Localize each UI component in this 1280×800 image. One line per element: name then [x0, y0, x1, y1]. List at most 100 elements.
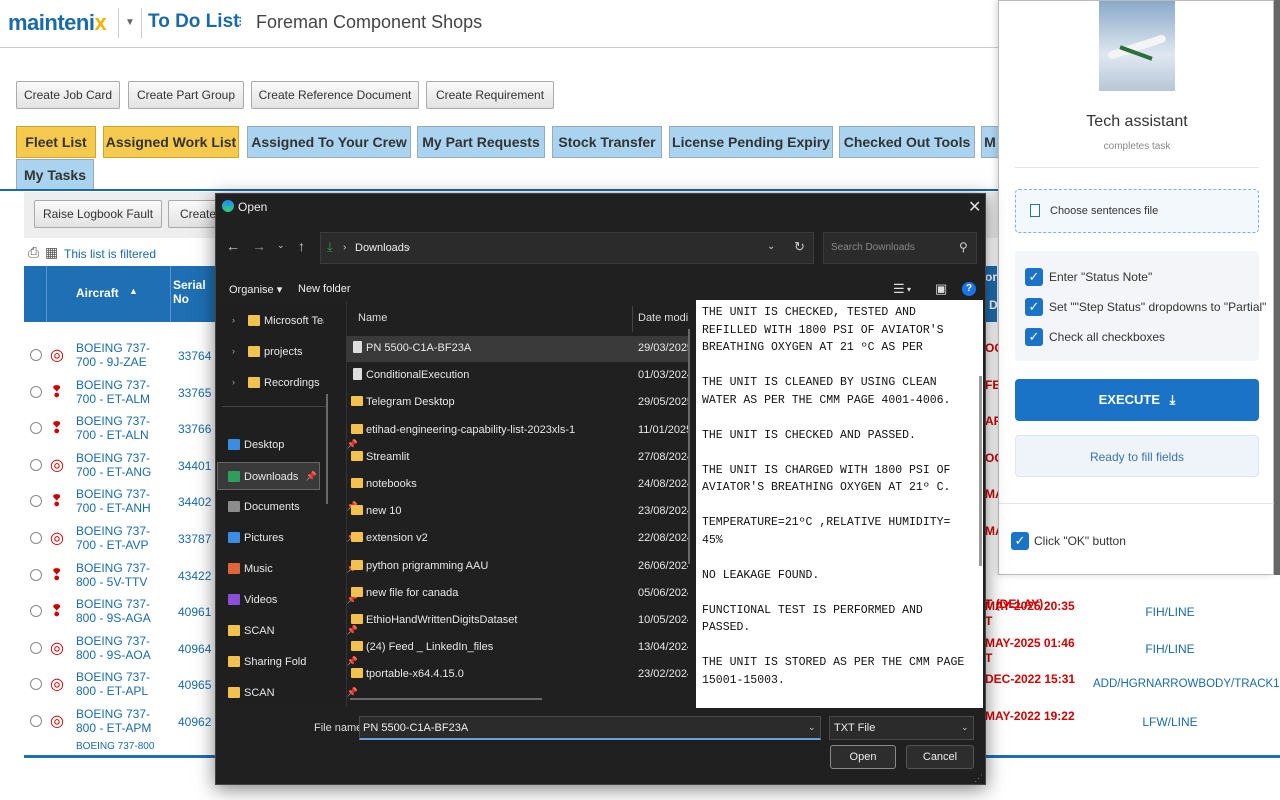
serial-number[interactable]: 40961	[178, 605, 211, 619]
aircraft-column-header[interactable]: Aircraft	[76, 286, 119, 300]
new-folder-button[interactable]: New folder	[298, 283, 351, 295]
row-radio[interactable]	[30, 385, 42, 398]
aircraft-link[interactable]: BOEING 737-800 - ET-APM	[76, 707, 168, 735]
tab-assigned-work-list[interactable]: Assigned Work List	[103, 126, 239, 158]
aircraft-link[interactable]: BOEING 737-700 - ET-AVP	[76, 524, 168, 552]
row-radio[interactable]	[30, 458, 42, 471]
nav-item[interactable]: Documents📌	[218, 493, 372, 521]
file-list-scrollbar[interactable]	[688, 329, 690, 564]
check-icon[interactable]: ✓	[1011, 532, 1029, 550]
nav-item[interactable]: Music📌	[218, 555, 372, 583]
expand-chevron-icon[interactable]: ›	[232, 346, 235, 356]
row-radio[interactable]	[30, 495, 42, 508]
chevron-down-icon[interactable]: ⌄	[808, 722, 816, 733]
back-arrow-icon[interactable]: ←	[226, 238, 240, 254]
file-row[interactable]: extension v2 22/08/2024	[350, 525, 692, 552]
up-arrow-icon[interactable]: ↑	[298, 238, 305, 254]
row-radio[interactable]	[30, 605, 42, 618]
table-row[interactable]: ❢ BOEING 737-700 - ET-ALN 33766	[24, 410, 220, 447]
raise-logbook-fault-button[interactable]: Raise Logbook Fault	[34, 200, 162, 228]
serial-number[interactable]: 34401	[178, 459, 211, 473]
file-row[interactable]: etihad-engineering-capability-list-2023x…	[350, 417, 692, 444]
nav-item[interactable]: Pictures📌	[218, 524, 372, 552]
help-icon[interactable]: ?	[962, 282, 976, 296]
tab-stock-transfer[interactable]: Stock Transfer	[552, 126, 662, 158]
tab-license-pending-expiry[interactable]: License Pending Expiry	[669, 126, 833, 158]
nav-item[interactable]: › projects	[232, 338, 324, 366]
forward-arrow-icon[interactable]: →	[252, 238, 266, 254]
create-part-group-button[interactable]: Create Part Group	[128, 81, 244, 109]
recent-chevron-icon[interactable]: ⌄	[277, 240, 285, 251]
row-radio[interactable]	[30, 568, 42, 581]
address-bar[interactable]: ⤓ › Downloads › ⌄ ↻	[320, 232, 814, 264]
serial-number[interactable]: 34402	[178, 495, 211, 509]
table-row-right[interactable]: MAY-2025 01:46 T FIH/LINE	[985, 631, 1280, 667]
create-reference-document-button[interactable]: Create Reference Document	[251, 81, 419, 109]
table-row[interactable]: ◎ BOEING 737-800	[24, 740, 220, 752]
tab-more[interactable]: M	[981, 126, 999, 158]
nav-item[interactable]: › Recordings	[232, 369, 324, 397]
location-link[interactable]: FIH/LINE	[1090, 642, 1250, 656]
table-row[interactable]: ◎ BOEING 737-700 - ET-AVP 33787	[24, 520, 220, 557]
file-row[interactable]: PN 5500-C1A-BF23A 29/03/2025	[350, 335, 692, 362]
location-link[interactable]: ADD/HGRNARROWBODY/TRACK1	[1093, 678, 1280, 690]
open-button[interactable]: Open	[830, 745, 896, 769]
organise-menu[interactable]: Organise ▾	[229, 283, 282, 296]
sort-asc-icon[interactable]: ▲	[129, 286, 138, 296]
aircraft-link[interactable]: BOEING 737-800 - 9S-AOA	[76, 634, 168, 662]
aircraft-link[interactable]: BOEING 737-800	[76, 740, 168, 752]
nav-item[interactable]: SCAN 📌	[218, 679, 372, 707]
close-icon[interactable]: ✕	[968, 197, 981, 217]
nav-item[interactable]: › Microsoft Tear	[232, 307, 324, 335]
serial-number[interactable]: 40965	[178, 678, 211, 692]
file-row[interactable]: ConditionalExecution 01/03/2024	[350, 362, 692, 389]
create-button[interactable]: Create	[168, 200, 220, 228]
table-row-right[interactable]: MAY-2022 19:22 LFW/LINE	[985, 704, 1280, 740]
check-icon[interactable]: ✓	[1025, 268, 1043, 286]
tab-fleet-list[interactable]: Fleet List	[16, 126, 96, 158]
aircraft-link[interactable]: BOEING 737-700 - 9J-ZAE	[76, 341, 168, 369]
name-column-header[interactable]: Name	[358, 312, 387, 324]
file-row[interactable]: notebooks 24/08/2024	[350, 471, 692, 498]
serial-number[interactable]: 33766	[178, 422, 211, 436]
row-radio[interactable]	[30, 532, 42, 544]
nav-item[interactable]: Sharing Fold 📌	[218, 648, 372, 676]
serial-number[interactable]: 43422	[178, 569, 211, 583]
row-radio[interactable]	[30, 422, 42, 435]
serial-number[interactable]: 33765	[178, 386, 211, 400]
row-radio[interactable]	[30, 349, 42, 361]
preview-pane-icon[interactable]: ▣	[935, 281, 947, 297]
breadcrumb-downloads[interactable]: Downloads	[355, 242, 409, 254]
table-row[interactable]: ❢ BOEING 737-700 - ET-ANH 34402	[24, 483, 220, 520]
app-logo[interactable]: maintenix	[8, 10, 107, 36]
check-icon[interactable]: ✓	[1025, 298, 1043, 316]
serial-number[interactable]: 33787	[178, 532, 211, 546]
serial-column-header[interactable]: Serial No	[173, 278, 207, 306]
chevron-down-icon[interactable]: ▼	[118, 8, 142, 38]
table-row[interactable]: ❢ BOEING 737-800 - 9S-AGA 40961	[24, 593, 220, 630]
expand-chevron-icon[interactable]: ›	[232, 377, 235, 387]
nav-item[interactable]: Downloads 📌	[217, 462, 320, 490]
file-row[interactable]: (24) Feed _ LinkedIn_files 13/04/2024	[350, 634, 692, 661]
file-row[interactable]: Streamlit 27/08/2024	[350, 444, 692, 471]
file-row[interactable]: new 10 23/08/2024	[350, 498, 692, 525]
date-column-header[interactable]: Date modi	[638, 312, 688, 324]
file-row[interactable]: python prigramming AAU 26/06/2024	[350, 553, 692, 580]
row-radio[interactable]	[30, 715, 42, 727]
expand-chevron-icon[interactable]: ›	[232, 315, 235, 325]
resize-grip-icon[interactable]: ⋰	[974, 773, 983, 784]
tab-assigned-to-your-crew[interactable]: Assigned To Your Crew	[247, 126, 411, 158]
check-icon[interactable]: ✓	[1025, 328, 1043, 346]
address-dropdown-icon[interactable]: ⌄	[767, 241, 775, 252]
tab-my-tasks[interactable]: My Tasks	[16, 159, 94, 191]
aircraft-link[interactable]: BOEING 737-800 - 5V-TTV	[76, 561, 168, 589]
create-requirement-button[interactable]: Create Requirement	[426, 81, 554, 109]
nav-item[interactable]: Videos 📌	[218, 586, 372, 614]
file-row[interactable]: new file for canada 05/06/2024	[350, 580, 692, 607]
table-row-right[interactable]: DEC-2022 15:31 ADD/HGRNARROWBODY/TRACK1	[985, 667, 1280, 703]
cancel-button[interactable]: Cancel	[906, 745, 974, 769]
serial-number[interactable]: 33764	[178, 349, 211, 363]
filename-input[interactable]: PN 5500-C1A-BF23A ⌄	[359, 716, 821, 740]
tab-checked-out-tools[interactable]: Checked Out Tools	[839, 126, 975, 158]
aircraft-link[interactable]: BOEING 737-800 - ET-APL	[76, 670, 168, 698]
